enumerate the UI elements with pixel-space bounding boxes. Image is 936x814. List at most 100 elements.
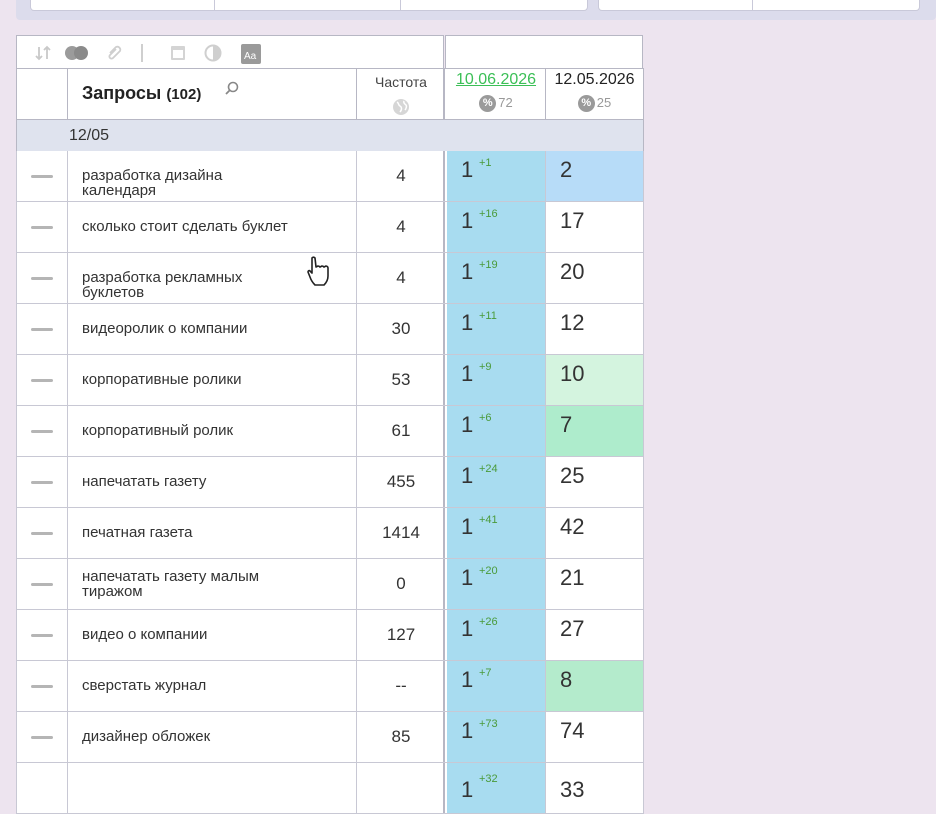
position-cell-date-1[interactable]: 1 +26 xyxy=(447,610,546,660)
top-segment-1[interactable] xyxy=(30,0,216,11)
row-handle[interactable] xyxy=(17,253,68,303)
drag-handle-icon[interactable] xyxy=(31,736,53,739)
position-cell-date-2[interactable]: 20 xyxy=(546,253,643,303)
position-cell-date-1[interactable]: 1 +6 xyxy=(447,406,546,456)
drag-handle-icon[interactable] xyxy=(31,277,53,280)
position-cell-date-2[interactable]: 8 xyxy=(546,661,643,711)
table-row[interactable]: печатная газета 1414 1 +41 42 xyxy=(16,508,644,559)
drag-handle-icon[interactable] xyxy=(31,481,53,484)
toolbar-divider xyxy=(141,44,143,62)
position-cell-date-2[interactable]: 17 xyxy=(546,202,643,252)
position-cell-date-2[interactable]: 7 xyxy=(546,406,643,456)
row-handle[interactable] xyxy=(17,559,68,609)
row-handle[interactable] xyxy=(17,151,68,201)
row-handle[interactable] xyxy=(17,355,68,405)
header-queries[interactable]: Запросы (102) xyxy=(68,69,357,119)
position-cell-date-1[interactable]: 1 +41 xyxy=(447,508,546,558)
search-icon[interactable] xyxy=(224,81,240,102)
drag-handle-icon[interactable] xyxy=(31,328,53,331)
header-date-1[interactable]: 10.06.2026 % 72 xyxy=(447,69,546,119)
font-size-icon[interactable]: Aa xyxy=(241,44,261,64)
position-cell-date-1[interactable]: 1 +7 xyxy=(447,661,546,711)
drag-handle-icon[interactable] xyxy=(31,379,53,382)
position-cell-date-1[interactable]: 1 +32 xyxy=(447,763,546,813)
top-segment-5[interactable] xyxy=(752,0,920,11)
row-handle[interactable] xyxy=(17,661,68,711)
date-2-label[interactable]: 12.05.2026 xyxy=(546,71,643,89)
query-cell[interactable]: видео о компании xyxy=(68,610,357,660)
query-cell[interactable]: разработка дизайна календаря xyxy=(68,151,357,201)
window-icon[interactable] xyxy=(169,44,187,62)
row-handle[interactable] xyxy=(17,763,68,813)
table-row[interactable]: напечатать газету малым тиражом 0 1 +20 2… xyxy=(16,559,644,610)
drag-handle-icon[interactable] xyxy=(31,430,53,433)
top-segment-3[interactable] xyxy=(400,0,588,11)
position-cell-date-1[interactable]: 1 +9 xyxy=(447,355,546,405)
row-handle[interactable] xyxy=(17,406,68,456)
row-handle[interactable] xyxy=(17,712,68,762)
query-cell[interactable]: напечатать газету малым тиражом xyxy=(68,559,357,609)
circles-icon[interactable] xyxy=(63,44,91,62)
sort-icon[interactable] xyxy=(34,44,52,62)
table-row[interactable]: корпоративные ролики 53 1 +9 10 xyxy=(16,355,644,406)
drag-handle-icon[interactable] xyxy=(31,634,53,637)
position-cell-date-2[interactable]: 12 xyxy=(546,304,643,354)
drag-handle-icon[interactable] xyxy=(31,532,53,535)
position-cell-date-2[interactable]: 42 xyxy=(546,508,643,558)
position-cell-date-1[interactable]: 1 +16 xyxy=(447,202,546,252)
header-date-2[interactable]: 12.05.2026 % 25 xyxy=(546,69,643,119)
drag-handle-icon[interactable] xyxy=(31,175,53,178)
date-1-link[interactable]: 10.06.2026 xyxy=(447,71,545,89)
table-row[interactable]: напечатать газету 455 1 +24 25 xyxy=(16,457,644,508)
table-row[interactable]: сколько стоит сделать буклет 4 1 +16 17 xyxy=(16,202,644,253)
position-cell-date-2[interactable]: 74 xyxy=(546,712,643,762)
date-1-percent: 72 xyxy=(498,95,513,110)
table-row[interactable]: дизайнер обложек 85 1 +73 74 xyxy=(16,712,644,763)
row-handle[interactable] xyxy=(17,508,68,558)
query-cell[interactable]: печатная газета xyxy=(68,508,357,558)
top-segment-2[interactable] xyxy=(214,0,402,11)
position-cell-date-2[interactable]: 2 xyxy=(546,151,643,201)
row-handle[interactable] xyxy=(17,304,68,354)
attach-icon[interactable] xyxy=(106,44,124,62)
table-row[interactable]: видео о компании 127 1 +26 27 xyxy=(16,610,644,661)
position-cell-date-2[interactable]: 21 xyxy=(546,559,643,609)
query-cell[interactable]: корпоративные ролики xyxy=(68,355,357,405)
query-cell[interactable]: сколько стоит сделать буклет xyxy=(68,202,357,252)
header-frequency[interactable]: Частота xyxy=(357,69,445,119)
position-cell-date-1[interactable]: 1 +19 xyxy=(447,253,546,303)
position-cell-date-1[interactable]: 1 +20 xyxy=(447,559,546,609)
drag-handle-icon[interactable] xyxy=(31,583,53,586)
query-cell[interactable] xyxy=(68,763,357,813)
table-row[interactable]: 1 +32 33 xyxy=(16,763,644,814)
query-cell[interactable]: сверстать журнал xyxy=(68,661,357,711)
position-cell-date-2[interactable]: 25 xyxy=(546,457,643,507)
drag-handle-icon[interactable] xyxy=(31,685,53,688)
top-segment-4[interactable] xyxy=(598,0,754,11)
position-cell-date-1[interactable]: 1 +1 xyxy=(447,151,546,201)
drag-handle-icon[interactable] xyxy=(31,226,53,229)
position-cell-date-1[interactable]: 1 +24 xyxy=(447,457,546,507)
table-row[interactable]: корпоративный ролик 61 1 +6 7 xyxy=(16,406,644,457)
position-cell-date-2[interactable]: 27 xyxy=(546,610,643,660)
position-cell-date-1[interactable]: 1 +11 xyxy=(447,304,546,354)
table-row[interactable]: разработка дизайна календаря 4 1 +1 2 xyxy=(16,151,644,202)
query-cell[interactable]: видеоролик о компании xyxy=(68,304,357,354)
position-delta: +73 xyxy=(479,718,498,730)
group-row[interactable]: 12/05 xyxy=(16,120,644,151)
row-handle[interactable] xyxy=(17,202,68,252)
table-row[interactable]: сверстать журнал -- 1 +7 8 xyxy=(16,661,644,712)
query-text: сколько стоит сделать буклет xyxy=(82,218,288,235)
table-row[interactable]: видеоролик о компании 30 1 +11 12 xyxy=(16,304,644,355)
row-handle[interactable] xyxy=(17,610,68,660)
contrast-icon[interactable] xyxy=(204,44,222,62)
position-cell-date-2[interactable]: 10 xyxy=(546,355,643,405)
frequency-cell: 1414 xyxy=(357,508,445,558)
query-text: разработка рекламных буклетов xyxy=(82,269,243,301)
query-cell[interactable]: дизайнер обложек xyxy=(68,712,357,762)
query-cell[interactable]: напечатать газету xyxy=(68,457,357,507)
row-handle[interactable] xyxy=(17,457,68,507)
position-cell-date-2[interactable]: 33 xyxy=(546,763,643,813)
position-cell-date-1[interactable]: 1 +73 xyxy=(447,712,546,762)
query-cell[interactable]: корпоративный ролик xyxy=(68,406,357,456)
